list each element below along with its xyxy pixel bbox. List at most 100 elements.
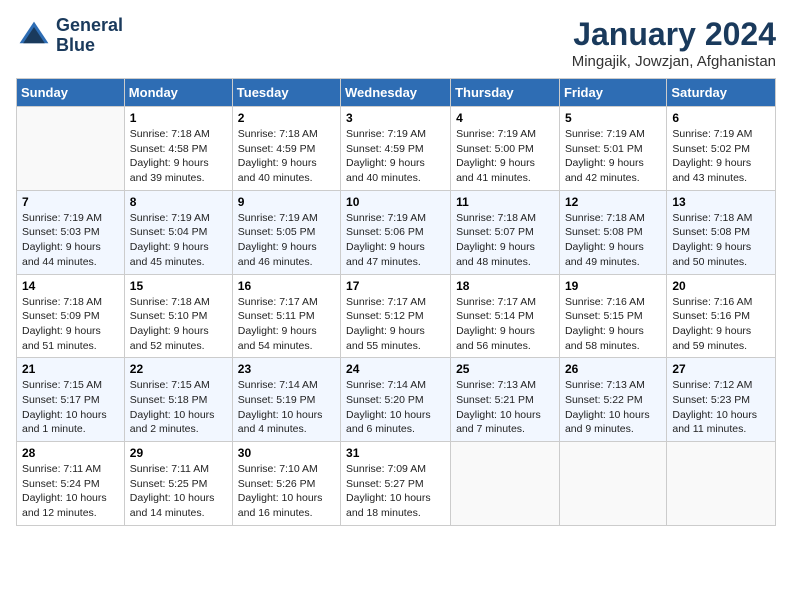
day-info: Sunrise: 7:15 AMSunset: 5:18 PMDaylight:… (130, 378, 227, 437)
day-number: 15 (130, 279, 227, 293)
calendar-day-cell: 22 Sunrise: 7:15 AMSunset: 5:18 PMDayligh… (124, 358, 232, 442)
day-info: Sunrise: 7:17 AMSunset: 5:12 PMDaylight:… (346, 295, 445, 354)
day-number: 11 (456, 195, 554, 209)
calendar-day-cell: 14Sunrise: 7:18 AMSunset: 5:09 PMDayligh… (17, 274, 125, 358)
day-number: 13 (672, 195, 770, 209)
calendar-day-cell: 11 Sunrise: 7:18 AMSunset: 5:07 PMDayligh… (451, 190, 560, 274)
location: Mingajik, Jowzjan, Afghanistan (572, 53, 776, 70)
day-number: 17 (346, 279, 445, 293)
weekday-header-thursday: Thursday (451, 79, 560, 107)
day-info: Sunrise: 7:13 AMSunset: 5:22 PMDaylight:… (565, 378, 661, 437)
title-block: January 2024 Mingajik, Jowzjan, Afghanis… (572, 16, 776, 70)
day-info: Sunrise: 7:18 AMSunset: 4:59 PMDaylight:… (238, 127, 335, 186)
day-number: 26 (565, 362, 661, 376)
calendar-day-cell: 30 Sunrise: 7:10 AMSunset: 5:26 PMDayligh… (232, 442, 340, 526)
calendar-day-cell: 16 Sunrise: 7:17 AMSunset: 5:11 PMDayligh… (232, 274, 340, 358)
day-info: Sunrise: 7:17 AMSunset: 5:11 PMDaylight:… (238, 295, 335, 354)
weekday-header-sunday: Sunday (17, 79, 125, 107)
calendar-day-cell (667, 442, 776, 526)
calendar-day-cell: 25Sunrise: 7:13 AMSunset: 5:21 PMDayligh… (451, 358, 560, 442)
logo: General Blue (16, 16, 123, 56)
day-info: Sunrise: 7:19 AMSunset: 4:59 PMDaylight:… (346, 127, 445, 186)
day-info: Sunrise: 7:14 AMSunset: 5:19 PMDaylight:… (238, 378, 335, 437)
weekday-header-row: SundayMondayTuesdayWednesdayThursdayFrid… (17, 79, 776, 107)
day-number: 31 (346, 446, 445, 460)
calendar-day-cell: 31 Sunrise: 7:09 AMSunset: 5:27 PMDayligh… (341, 442, 451, 526)
day-number: 1 (130, 111, 227, 125)
day-number: 30 (238, 446, 335, 460)
logo-text: General Blue (56, 16, 123, 56)
day-info: Sunrise: 7:18 AMSunset: 5:09 PMDaylight:… (22, 295, 119, 354)
calendar-day-cell: 4 Sunrise: 7:19 AMSunset: 5:00 PMDaylight… (451, 107, 560, 191)
day-info: Sunrise: 7:18 AMSunset: 5:10 PMDaylight:… (130, 295, 227, 354)
calendar-day-cell: 27 Sunrise: 7:12 AMSunset: 5:23 PMDayligh… (667, 358, 776, 442)
day-number: 6 (672, 111, 770, 125)
calendar-day-cell: 12 Sunrise: 7:18 AMSunset: 5:08 PMDayligh… (559, 190, 666, 274)
day-number: 10 (346, 195, 445, 209)
day-number: 9 (238, 195, 335, 209)
calendar-day-cell: 18Sunrise: 7:17 AMSunset: 5:14 PMDayligh… (451, 274, 560, 358)
day-info: Sunrise: 7:18 AMSunset: 5:07 PMDaylight:… (456, 211, 554, 270)
day-number: 7 (22, 195, 119, 209)
day-info: Sunrise: 7:13 AMSunset: 5:21 PMDaylight:… (456, 378, 554, 437)
calendar-day-cell: 24Sunrise: 7:14 AMSunset: 5:20 PMDayligh… (341, 358, 451, 442)
day-info: Sunrise: 7:19 AMSunset: 5:03 PMDaylight:… (22, 211, 119, 270)
day-number: 28 (22, 446, 119, 460)
calendar-day-cell: 26 Sunrise: 7:13 AMSunset: 5:22 PMDayligh… (559, 358, 666, 442)
day-number: 16 (238, 279, 335, 293)
calendar-day-cell: 23Sunrise: 7:14 AMSunset: 5:19 PMDayligh… (232, 358, 340, 442)
day-number: 12 (565, 195, 661, 209)
day-info: Sunrise: 7:19 AMSunset: 5:04 PMDaylight:… (130, 211, 227, 270)
calendar-week-row: 14Sunrise: 7:18 AMSunset: 5:09 PMDayligh… (17, 274, 776, 358)
day-number: 22 (130, 362, 227, 376)
day-number: 18 (456, 279, 554, 293)
day-info: Sunrise: 7:11 AMSunset: 5:25 PMDaylight:… (130, 462, 227, 521)
calendar-week-row: 21Sunrise: 7:15 AMSunset: 5:17 PMDayligh… (17, 358, 776, 442)
calendar-day-cell: 5 Sunrise: 7:19 AMSunset: 5:01 PMDaylight… (559, 107, 666, 191)
calendar-day-cell (451, 442, 560, 526)
day-info: Sunrise: 7:18 AMSunset: 5:08 PMDaylight:… (672, 211, 770, 270)
calendar-week-row: 7 Sunrise: 7:19 AMSunset: 5:03 PMDaylight… (17, 190, 776, 274)
day-info: Sunrise: 7:19 AMSunset: 5:01 PMDaylight:… (565, 127, 661, 186)
day-info: Sunrise: 7:19 AMSunset: 5:00 PMDaylight:… (456, 127, 554, 186)
day-number: 8 (130, 195, 227, 209)
day-number: 5 (565, 111, 661, 125)
day-info: Sunrise: 7:11 AMSunset: 5:24 PMDaylight:… (22, 462, 119, 521)
weekday-header-friday: Friday (559, 79, 666, 107)
day-info: Sunrise: 7:18 AMSunset: 5:08 PMDaylight:… (565, 211, 661, 270)
weekday-header-saturday: Saturday (667, 79, 776, 107)
day-info: Sunrise: 7:12 AMSunset: 5:23 PMDaylight:… (672, 378, 770, 437)
day-info: Sunrise: 7:16 AMSunset: 5:16 PMDaylight:… (672, 295, 770, 354)
day-number: 27 (672, 362, 770, 376)
day-number: 2 (238, 111, 335, 125)
calendar-table: SundayMondayTuesdayWednesdayThursdayFrid… (16, 78, 776, 526)
calendar-day-cell: 13 Sunrise: 7:18 AMSunset: 5:08 PMDayligh… (667, 190, 776, 274)
day-info: Sunrise: 7:15 AMSunset: 5:17 PMDaylight:… (22, 378, 119, 437)
day-number: 4 (456, 111, 554, 125)
calendar-day-cell: 9 Sunrise: 7:19 AMSunset: 5:05 PMDaylight… (232, 190, 340, 274)
day-number: 19 (565, 279, 661, 293)
calendar-day-cell: 3 Sunrise: 7:19 AMSunset: 4:59 PMDaylight… (341, 107, 451, 191)
day-info: Sunrise: 7:09 AMSunset: 5:27 PMDaylight:… (346, 462, 445, 521)
day-info: Sunrise: 7:16 AMSunset: 5:15 PMDaylight:… (565, 295, 661, 354)
calendar-day-cell: 15 Sunrise: 7:18 AMSunset: 5:10 PMDayligh… (124, 274, 232, 358)
calendar-day-cell (17, 107, 125, 191)
day-info: Sunrise: 7:18 AMSunset: 4:58 PMDaylight:… (130, 127, 227, 186)
logo-icon (16, 18, 52, 54)
day-info: Sunrise: 7:14 AMSunset: 5:20 PMDaylight:… (346, 378, 445, 437)
calendar-day-cell: 10Sunrise: 7:19 AMSunset: 5:06 PMDayligh… (341, 190, 451, 274)
weekday-header-tuesday: Tuesday (232, 79, 340, 107)
page-header: General Blue January 2024 Mingajik, Jowz… (16, 16, 776, 70)
calendar-day-cell: 21Sunrise: 7:15 AMSunset: 5:17 PMDayligh… (17, 358, 125, 442)
calendar-day-cell: 28 Sunrise: 7:11 AMSunset: 5:24 PMDayligh… (17, 442, 125, 526)
day-info: Sunrise: 7:19 AMSunset: 5:02 PMDaylight:… (672, 127, 770, 186)
calendar-day-cell: 6 Sunrise: 7:19 AMSunset: 5:02 PMDaylight… (667, 107, 776, 191)
day-number: 29 (130, 446, 227, 460)
calendar-day-cell: 1 Sunrise: 7:18 AMSunset: 4:58 PMDaylight… (124, 107, 232, 191)
calendar-day-cell (559, 442, 666, 526)
day-info: Sunrise: 7:10 AMSunset: 5:26 PMDaylight:… (238, 462, 335, 521)
calendar-day-cell: 8 Sunrise: 7:19 AMSunset: 5:04 PMDaylight… (124, 190, 232, 274)
month-title: January 2024 (572, 16, 776, 53)
day-number: 3 (346, 111, 445, 125)
day-info: Sunrise: 7:19 AMSunset: 5:05 PMDaylight:… (238, 211, 335, 270)
